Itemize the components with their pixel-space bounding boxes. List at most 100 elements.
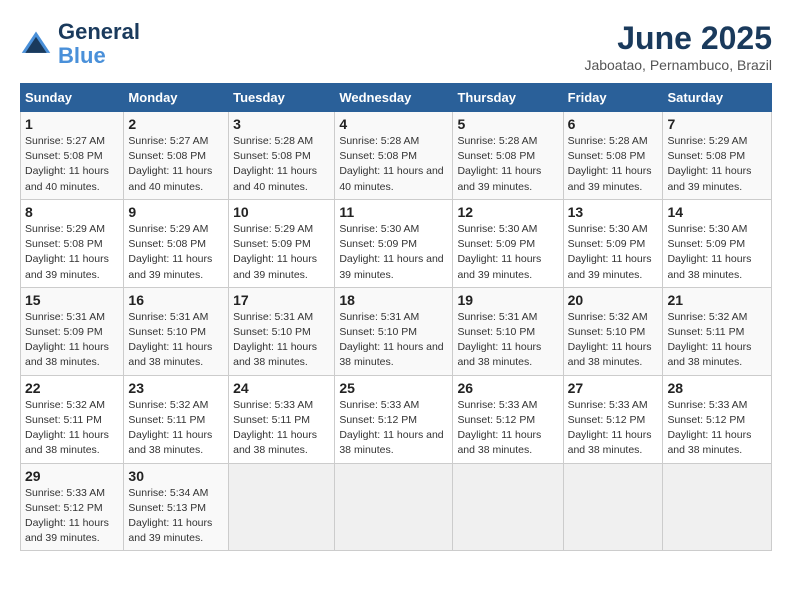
day-cell: 4 Sunrise: 5:28 AM Sunset: 5:08 PM Daylig… <box>335 112 453 200</box>
day-info: Sunrise: 5:27 AM Sunset: 5:08 PM Dayligh… <box>25 134 119 195</box>
day-number: 17 <box>233 292 330 308</box>
day-number: 23 <box>128 380 224 396</box>
week-row-2: 8 Sunrise: 5:29 AM Sunset: 5:08 PM Daylig… <box>21 199 772 287</box>
day-number: 7 <box>667 116 767 132</box>
day-cell: 3 Sunrise: 5:28 AM Sunset: 5:08 PM Daylig… <box>229 112 335 200</box>
logo-icon <box>20 28 52 60</box>
header-cell-wednesday: Wednesday <box>335 84 453 112</box>
header-cell-saturday: Saturday <box>663 84 772 112</box>
day-info: Sunrise: 5:33 AM Sunset: 5:11 PM Dayligh… <box>233 398 330 459</box>
logo: General Blue <box>20 20 140 68</box>
week-row-1: 1 Sunrise: 5:27 AM Sunset: 5:08 PM Daylig… <box>21 112 772 200</box>
day-cell: 20Sunrise: 5:32 AM Sunset: 5:10 PM Dayli… <box>563 287 663 375</box>
day-number: 25 <box>339 380 448 396</box>
day-cell: 8 Sunrise: 5:29 AM Sunset: 5:08 PM Daylig… <box>21 199 124 287</box>
day-cell: 10 Sunrise: 5:29 AM Sunset: 5:09 PM Dayli… <box>229 199 335 287</box>
day-info: Sunrise: 5:30 AM Sunset: 5:09 PM Dayligh… <box>667 222 767 283</box>
day-info: Sunrise: 5:33 AM Sunset: 5:12 PM Dayligh… <box>568 398 659 459</box>
day-info: Sunrise: 5:32 AM Sunset: 5:11 PM Dayligh… <box>128 398 224 459</box>
day-cell: 30 Sunrise: 5:34 AM Sunset: 5:13 PM Dayli… <box>124 463 229 551</box>
header-cell-tuesday: Tuesday <box>229 84 335 112</box>
day-cell <box>563 463 663 551</box>
day-info: Sunrise: 5:30 AM Sunset: 5:09 PM Dayligh… <box>568 222 659 283</box>
day-cell: 29 Sunrise: 5:33 AM Sunset: 5:12 PM Dayli… <box>21 463 124 551</box>
day-number: 27 <box>568 380 659 396</box>
day-info: Sunrise: 5:30 AM Sunset: 5:09 PM Dayligh… <box>339 222 448 283</box>
day-info: Sunrise: 5:28 AM Sunset: 5:08 PM Dayligh… <box>457 134 558 195</box>
day-cell: 9 Sunrise: 5:29 AM Sunset: 5:08 PM Daylig… <box>124 199 229 287</box>
day-number: 28 <box>667 380 767 396</box>
day-info: Sunrise: 5:29 AM Sunset: 5:08 PM Dayligh… <box>25 222 119 283</box>
day-info: Sunrise: 5:33 AM Sunset: 5:12 PM Dayligh… <box>339 398 448 459</box>
day-number: 21 <box>667 292 767 308</box>
day-cell <box>335 463 453 551</box>
day-number: 18 <box>339 292 448 308</box>
day-cell: 7Sunrise: 5:29 AM Sunset: 5:08 PM Daylig… <box>663 112 772 200</box>
week-row-5: 29 Sunrise: 5:33 AM Sunset: 5:12 PM Dayli… <box>21 463 772 551</box>
day-number: 2 <box>128 116 224 132</box>
day-cell: 11Sunrise: 5:30 AM Sunset: 5:09 PM Dayli… <box>335 199 453 287</box>
day-cell: 2 Sunrise: 5:27 AM Sunset: 5:08 PM Daylig… <box>124 112 229 200</box>
day-info: Sunrise: 5:28 AM Sunset: 5:08 PM Dayligh… <box>339 134 448 195</box>
day-cell <box>663 463 772 551</box>
day-number: 22 <box>25 380 119 396</box>
title-area: June 2025 Jaboatao, Pernambuco, Brazil <box>584 20 772 73</box>
day-info: Sunrise: 5:33 AM Sunset: 5:12 PM Dayligh… <box>25 486 119 547</box>
day-info: Sunrise: 5:33 AM Sunset: 5:12 PM Dayligh… <box>667 398 767 459</box>
day-info: Sunrise: 5:29 AM Sunset: 5:09 PM Dayligh… <box>233 222 330 283</box>
day-cell: 1 Sunrise: 5:27 AM Sunset: 5:08 PM Daylig… <box>21 112 124 200</box>
day-cell: 6Sunrise: 5:28 AM Sunset: 5:08 PM Daylig… <box>563 112 663 200</box>
day-info: Sunrise: 5:31 AM Sunset: 5:10 PM Dayligh… <box>339 310 448 371</box>
day-number: 4 <box>339 116 448 132</box>
day-cell: 15Sunrise: 5:31 AM Sunset: 5:09 PM Dayli… <box>21 287 124 375</box>
header: General Blue June 2025 Jaboatao, Pernamb… <box>20 20 772 73</box>
day-info: Sunrise: 5:34 AM Sunset: 5:13 PM Dayligh… <box>128 486 224 547</box>
header-cell-monday: Monday <box>124 84 229 112</box>
day-cell: 25 Sunrise: 5:33 AM Sunset: 5:12 PM Dayli… <box>335 375 453 463</box>
day-number: 10 <box>233 204 330 220</box>
main-title: June 2025 <box>584 20 772 57</box>
day-number: 1 <box>25 116 119 132</box>
logo-text: General Blue <box>58 20 140 68</box>
day-cell <box>453 463 563 551</box>
day-cell: 22 Sunrise: 5:32 AM Sunset: 5:11 PM Dayli… <box>21 375 124 463</box>
day-info: Sunrise: 5:33 AM Sunset: 5:12 PM Dayligh… <box>457 398 558 459</box>
day-cell: 21 Sunrise: 5:32 AM Sunset: 5:11 PM Dayli… <box>663 287 772 375</box>
day-cell: 17 Sunrise: 5:31 AM Sunset: 5:10 PM Dayli… <box>229 287 335 375</box>
subtitle: Jaboatao, Pernambuco, Brazil <box>584 57 772 73</box>
day-cell: 14Sunrise: 5:30 AM Sunset: 5:09 PM Dayli… <box>663 199 772 287</box>
day-info: Sunrise: 5:31 AM Sunset: 5:10 PM Dayligh… <box>233 310 330 371</box>
day-info: Sunrise: 5:28 AM Sunset: 5:08 PM Dayligh… <box>233 134 330 195</box>
day-number: 5 <box>457 116 558 132</box>
week-row-3: 15Sunrise: 5:31 AM Sunset: 5:09 PM Dayli… <box>21 287 772 375</box>
day-cell: 24 Sunrise: 5:33 AM Sunset: 5:11 PM Dayli… <box>229 375 335 463</box>
day-cell: 23 Sunrise: 5:32 AM Sunset: 5:11 PM Dayli… <box>124 375 229 463</box>
day-cell: 5 Sunrise: 5:28 AM Sunset: 5:08 PM Daylig… <box>453 112 563 200</box>
day-number: 26 <box>457 380 558 396</box>
day-info: Sunrise: 5:32 AM Sunset: 5:11 PM Dayligh… <box>667 310 767 371</box>
day-number: 12 <box>457 204 558 220</box>
day-number: 24 <box>233 380 330 396</box>
day-cell: 27 Sunrise: 5:33 AM Sunset: 5:12 PM Dayli… <box>563 375 663 463</box>
day-info: Sunrise: 5:32 AM Sunset: 5:11 PM Dayligh… <box>25 398 119 459</box>
day-number: 15 <box>25 292 119 308</box>
day-number: 20 <box>568 292 659 308</box>
day-info: Sunrise: 5:31 AM Sunset: 5:10 PM Dayligh… <box>457 310 558 371</box>
day-cell: 19Sunrise: 5:31 AM Sunset: 5:10 PM Dayli… <box>453 287 563 375</box>
day-number: 13 <box>568 204 659 220</box>
day-number: 30 <box>128 468 224 484</box>
day-info: Sunrise: 5:28 AM Sunset: 5:08 PM Dayligh… <box>568 134 659 195</box>
day-info: Sunrise: 5:29 AM Sunset: 5:08 PM Dayligh… <box>128 222 224 283</box>
header-cell-thursday: Thursday <box>453 84 563 112</box>
day-cell: 16Sunrise: 5:31 AM Sunset: 5:10 PM Dayli… <box>124 287 229 375</box>
day-info: Sunrise: 5:30 AM Sunset: 5:09 PM Dayligh… <box>457 222 558 283</box>
day-cell: 26 Sunrise: 5:33 AM Sunset: 5:12 PM Dayli… <box>453 375 563 463</box>
day-number: 29 <box>25 468 119 484</box>
day-info: Sunrise: 5:27 AM Sunset: 5:08 PM Dayligh… <box>128 134 224 195</box>
week-row-4: 22 Sunrise: 5:32 AM Sunset: 5:11 PM Dayli… <box>21 375 772 463</box>
day-number: 8 <box>25 204 119 220</box>
header-cell-sunday: Sunday <box>21 84 124 112</box>
day-number: 3 <box>233 116 330 132</box>
day-number: 9 <box>128 204 224 220</box>
day-cell: 13 Sunrise: 5:30 AM Sunset: 5:09 PM Dayli… <box>563 199 663 287</box>
